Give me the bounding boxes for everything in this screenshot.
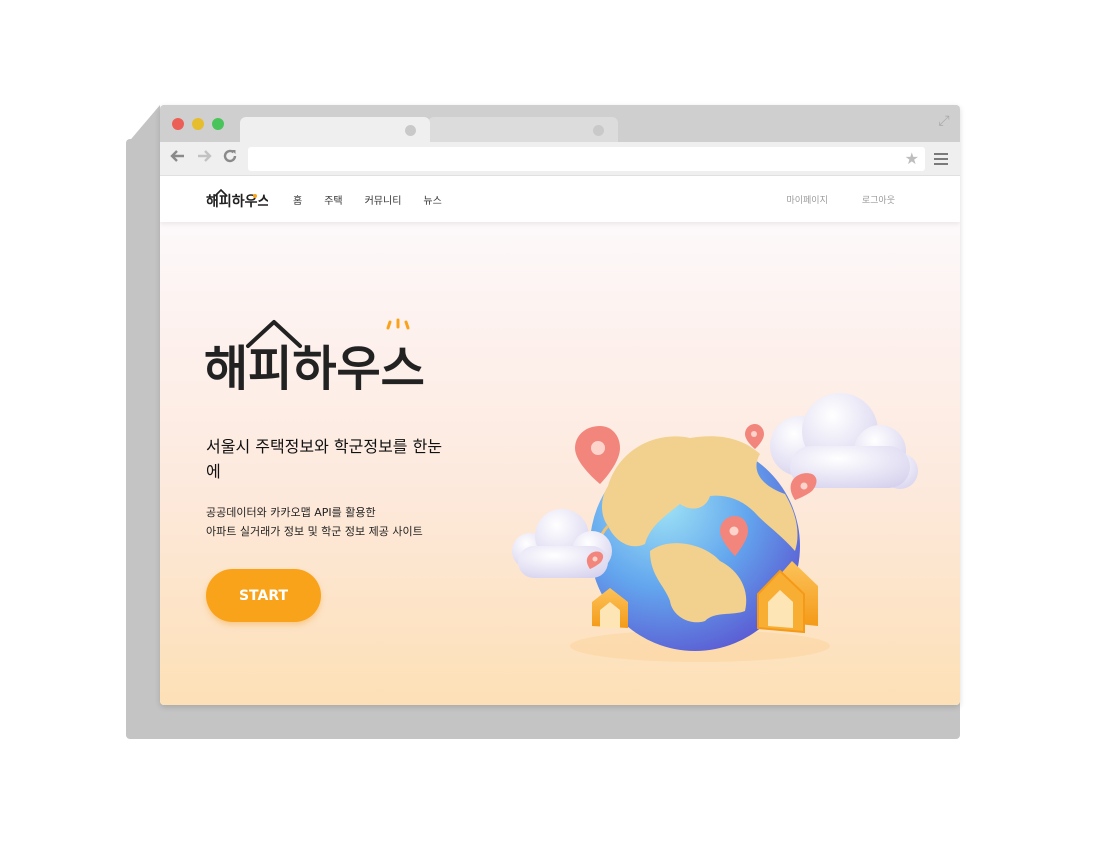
nav-link-logout[interactable]: 로그아웃 xyxy=(862,193,895,206)
nav-link-community[interactable]: 커뮤니티 xyxy=(365,192,402,207)
site-logo[interactable]: 해피하우스 xyxy=(206,188,268,208)
url-input[interactable] xyxy=(248,147,925,171)
browser-toolbar: ★ xyxy=(160,142,960,176)
browser-window: ⤢ ★ 해피하우스 홈 주택 커뮤니티 뉴스 마이페이지 로그아웃 해피하우스 … xyxy=(160,105,960,705)
hero-headline-line: 에 xyxy=(206,462,221,481)
arrow-right-icon[interactable] xyxy=(194,148,214,168)
star-icon[interactable]: ★ xyxy=(905,149,919,168)
title-bar: ⤢ xyxy=(160,105,960,143)
nav-link-news[interactable]: 뉴스 xyxy=(423,192,441,207)
tab-close-icon[interactable] xyxy=(593,125,604,136)
hero-description: 공공데이터와 카카오맵 API를 활용한 아파트 실거래가 정보 및 학군 정보… xyxy=(206,503,466,541)
user-nav: 마이페이지 로그아웃 xyxy=(786,176,895,222)
cloud-icon xyxy=(770,393,918,489)
expand-icon[interactable]: ⤢ xyxy=(936,113,952,129)
tab-close-icon[interactable] xyxy=(405,125,416,136)
hero-description-line: 아파트 실거래가 정보 및 학군 정보 제공 사이트 xyxy=(206,525,423,538)
nav-link-housing[interactable]: 주택 xyxy=(324,192,342,207)
hamburger-menu-icon[interactable] xyxy=(934,153,948,165)
reload-icon[interactable] xyxy=(220,148,240,168)
globe-illustration xyxy=(512,393,918,662)
arrow-left-icon[interactable] xyxy=(168,148,188,168)
page-viewport: 해피하우스 홈 주택 커뮤니티 뉴스 마이페이지 로그아웃 해피하우스 서울시 … xyxy=(160,176,960,705)
hero-description-line: 공공데이터와 카카오맵 API를 활용한 xyxy=(206,506,376,519)
minimize-window-button[interactable] xyxy=(192,118,204,130)
maximize-window-button[interactable] xyxy=(212,118,224,130)
browser-tab-inactive[interactable] xyxy=(428,117,618,143)
nav-link-mypage[interactable]: 마이페이지 xyxy=(786,193,827,206)
close-window-button[interactable] xyxy=(172,118,184,130)
svg-text:해피하우스: 해피하우스 xyxy=(204,341,425,394)
main-nav: 홈 주택 커뮤니티 뉴스 xyxy=(293,176,442,222)
screen: ⤢ ★ 해피하우스 홈 주택 커뮤니티 뉴스 마이페이지 로그아웃 해피하우스 … xyxy=(0,0,1120,850)
site-navbar: 해피하우스 홈 주택 커뮤니티 뉴스 마이페이지 로그아웃 xyxy=(160,176,960,222)
svg-text:해피하우스: 해피하우스 xyxy=(206,193,268,208)
hero-headline: 서울시 주택정보와 학군정보를 한눈 에 xyxy=(206,434,456,484)
hero-headline-line: 서울시 주택정보와 학군정보를 한눈 xyxy=(206,437,443,456)
hero-logo: 해피하우스 xyxy=(204,318,425,394)
map-pin-icon xyxy=(745,424,764,449)
start-button[interactable]: START xyxy=(206,569,321,622)
browser-tab-active[interactable] xyxy=(240,117,430,143)
address-bar[interactable]: ★ xyxy=(248,147,925,171)
nav-link-home[interactable]: 홈 xyxy=(293,192,302,207)
